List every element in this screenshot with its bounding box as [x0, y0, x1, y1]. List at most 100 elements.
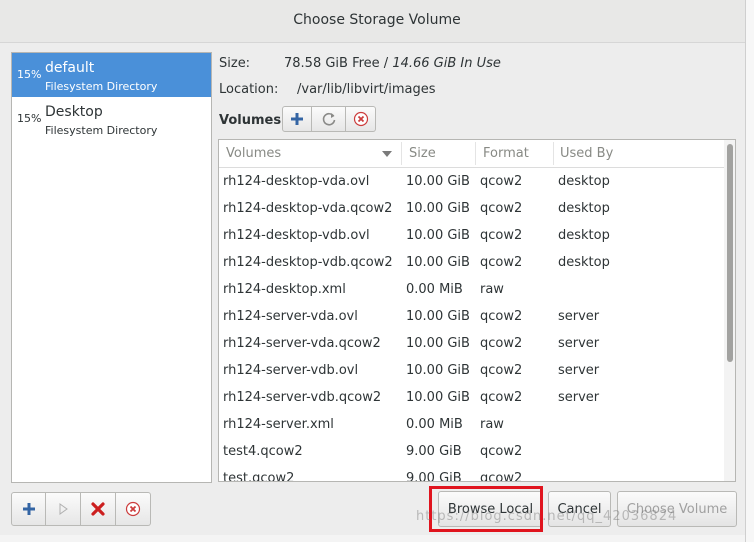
column-header-size[interactable]: Size — [409, 146, 436, 161]
pool-type: Filesystem Directory — [45, 80, 158, 93]
table-header: Volumes Size Format Used By — [219, 140, 735, 168]
cell-used-by: server — [558, 363, 600, 378]
add-volume-button[interactable] — [282, 106, 312, 132]
table-row[interactable]: rh124-server-vdb.qcow2 10.00 GiB qcow2 serv… — [219, 384, 724, 411]
cell-format: qcow2 — [480, 363, 523, 378]
sort-descending-icon — [382, 151, 392, 157]
add-pool-button[interactable] — [11, 492, 46, 526]
cell-used-by: server — [558, 390, 600, 405]
column-header-volumes[interactable]: Volumes — [226, 146, 281, 161]
window-edge — [745, 0, 754, 542]
delete-volume-button[interactable] — [346, 106, 376, 132]
cell-volume-name: rh124-desktop-vda.qcow2 — [223, 201, 393, 216]
dialog-titlebar: Choose Storage Volume — [0, 0, 754, 43]
pool-usage-percent: 15% — [17, 112, 42, 125]
size-free: 78.58 GiB Free — [284, 56, 380, 71]
size-in-use: 14.66 GiB In Use — [392, 56, 501, 71]
cell-format: qcow2 — [480, 228, 523, 243]
column-header-used-by[interactable]: Used By — [560, 146, 613, 161]
watermark: https://blog.csdn.net/qq_42036824 — [416, 509, 678, 524]
table-row[interactable]: rh124-desktop-vdb.qcow2 10.00 GiB qcow2 des… — [219, 249, 724, 276]
scrollbar-thumb[interactable] — [727, 144, 733, 362]
cell-size: 10.00 GiB — [406, 201, 470, 216]
table-row[interactable]: rh124-server-vda.ovl 10.00 GiB qcow2 server — [219, 303, 724, 330]
cell-format: qcow2 — [480, 309, 523, 324]
volume-toolbar — [282, 106, 376, 132]
stop-icon — [125, 501, 141, 517]
volumes-table[interactable]: Volumes Size Format Used By rh124-deskto… — [218, 139, 736, 482]
table-row[interactable]: rh124-desktop.xml 0.00 MiB raw — [219, 276, 724, 303]
column-header-format[interactable]: Format — [483, 146, 529, 161]
cell-size: 10.00 GiB — [406, 363, 470, 378]
play-icon — [59, 503, 68, 515]
cell-volume-name: rh124-server.xml — [223, 417, 334, 432]
window-bottom-edge — [0, 535, 745, 542]
table-row[interactable]: rh124-desktop-vda.qcow2 10.00 GiB qcow2 des… — [219, 195, 724, 222]
cell-size: 10.00 GiB — [406, 228, 470, 243]
location-label: Location: — [219, 82, 279, 97]
cell-size: 10.00 GiB — [406, 390, 470, 405]
column-divider — [475, 142, 476, 165]
table-row[interactable]: rh124-server.xml 0.00 MiB raw — [219, 411, 724, 438]
table-row[interactable]: test.qcow2 9.00 GiB qcow2 — [219, 465, 724, 482]
location-value: /var/lib/libvirt/images — [297, 82, 436, 97]
cell-volume-name: test.qcow2 — [223, 471, 295, 482]
table-scrollbar[interactable] — [724, 140, 735, 481]
delete-pool-button[interactable] — [116, 492, 151, 526]
column-divider — [401, 142, 402, 165]
cell-format: qcow2 — [480, 471, 523, 482]
cell-format: qcow2 — [480, 255, 523, 270]
table-row[interactable]: rh124-server-vdb.ovl 10.00 GiB qcow2 server — [219, 357, 724, 384]
table-row[interactable]: rh124-desktop-vdb.ovl 10.00 GiB qcow2 deskt… — [219, 222, 724, 249]
cell-used-by: desktop — [558, 174, 610, 189]
cell-format: raw — [480, 417, 504, 432]
refresh-volumes-button[interactable] — [312, 106, 346, 132]
size-label: Size: — [219, 56, 251, 71]
pool-type: Filesystem Directory — [45, 124, 158, 137]
column-divider — [553, 142, 554, 165]
cross-icon — [91, 502, 105, 516]
cell-format: raw — [480, 282, 504, 297]
cell-size: 10.00 GiB — [406, 336, 470, 351]
cell-volume-name: test4.qcow2 — [223, 444, 303, 459]
storage-pool-list[interactable]: 15% default Filesystem Directory 15% Des… — [11, 52, 212, 483]
cell-volume-name: rh124-server-vda.qcow2 — [223, 336, 381, 351]
cell-format: qcow2 — [480, 174, 523, 189]
pool-name: default — [45, 60, 95, 76]
cell-volume-name: rh124-desktop-vda.ovl — [223, 174, 370, 189]
pool-name: Desktop — [45, 104, 103, 120]
cell-volume-name: rh124-server-vda.ovl — [223, 309, 358, 324]
cell-volume-name: rh124-server-vdb.ovl — [223, 363, 359, 378]
cell-format: qcow2 — [480, 336, 523, 351]
stop-icon — [353, 111, 368, 127]
pool-item-default[interactable]: 15% default Filesystem Directory — [12, 53, 211, 97]
cell-size: 9.00 GiB — [406, 444, 462, 459]
table-row[interactable]: rh124-server-vda.qcow2 10.00 GiB qcow2 serv… — [219, 330, 724, 357]
cell-used-by: server — [558, 309, 600, 324]
cell-size: 0.00 MiB — [406, 282, 463, 297]
plus-icon — [22, 503, 35, 515]
table-row[interactable]: test4.qcow2 9.00 GiB qcow2 — [219, 438, 724, 465]
cell-volume-name: rh124-desktop.xml — [223, 282, 346, 297]
pool-item-desktop[interactable]: 15% Desktop Filesystem Directory — [12, 97, 211, 141]
cell-format: qcow2 — [480, 390, 523, 405]
table-row[interactable]: rh124-desktop-vda.ovl 10.00 GiB qcow2 deskt… — [219, 168, 724, 195]
start-pool-button[interactable] — [46, 492, 81, 526]
volumes-section-label: Volumes — [219, 113, 282, 128]
refresh-icon — [322, 112, 335, 126]
cell-format: qcow2 — [480, 444, 523, 459]
size-value: 78.58 GiB Free / 14.66 GiB In Use — [284, 56, 501, 71]
cell-used-by: desktop — [558, 228, 610, 243]
size-separator: / — [379, 56, 393, 71]
cell-size: 9.00 GiB — [406, 471, 462, 482]
plus-icon — [291, 113, 303, 125]
cell-volume-name: rh124-server-vdb.qcow2 — [223, 390, 382, 405]
stop-pool-button[interactable] — [81, 492, 116, 526]
pool-toolbar — [11, 492, 151, 526]
cell-used-by: desktop — [558, 201, 610, 216]
cell-used-by: server — [558, 336, 600, 351]
pool-usage-percent: 15% — [17, 68, 42, 81]
cell-size: 0.00 MiB — [406, 417, 463, 432]
cell-format: qcow2 — [480, 201, 523, 216]
cell-size: 10.00 GiB — [406, 255, 470, 270]
